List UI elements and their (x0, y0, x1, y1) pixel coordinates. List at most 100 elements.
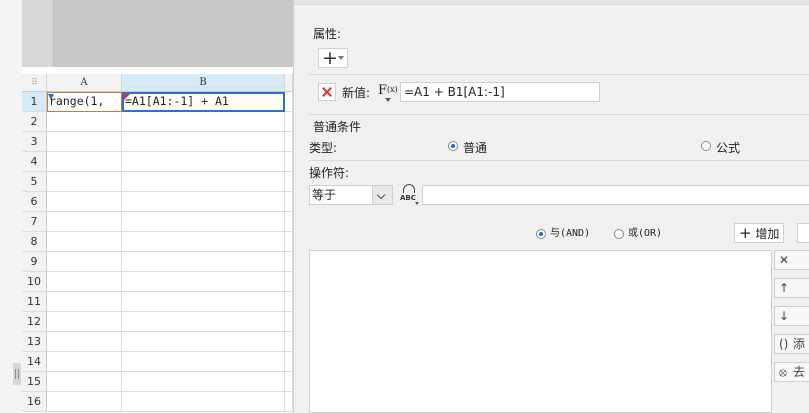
cell-b[interactable] (122, 192, 285, 212)
cell-b[interactable] (122, 292, 285, 312)
remove-bracket-label: 去 (793, 365, 806, 379)
cell-b[interactable] (122, 172, 285, 192)
cell-a[interactable] (47, 192, 122, 212)
cell-b[interactable] (122, 332, 285, 352)
row-header[interactable]: 9 (22, 252, 47, 272)
arrow-down-icon: ↓ (779, 309, 790, 323)
cell-a[interactable] (47, 332, 122, 352)
type-label: 类型: (309, 141, 338, 155)
cell-a[interactable] (47, 352, 122, 372)
cell-b1[interactable]: =A1[A1:-1] + A1 (122, 92, 285, 112)
row-header[interactable]: 16 (22, 392, 47, 412)
move-down-button[interactable]: ↓ (774, 306, 809, 326)
cell-b[interactable] (122, 252, 285, 272)
cell-c[interactable] (285, 312, 293, 332)
cell-c[interactable] (285, 112, 293, 132)
cell-b[interactable] (122, 212, 285, 232)
logic-or-label[interactable]: 或(OR) (628, 227, 662, 241)
cell-a[interactable] (47, 272, 122, 292)
logic-and-label[interactable]: 与(AND) (550, 227, 590, 241)
row-header[interactable]: 8 (22, 232, 47, 252)
cell-c[interactable] (285, 372, 293, 392)
row-header[interactable]: 13 (22, 332, 47, 352)
cell-b[interactable] (122, 112, 285, 132)
splitter-handle[interactable] (13, 363, 21, 385)
cell-b[interactable] (122, 372, 285, 392)
delete-property-button[interactable] (318, 83, 336, 101)
add-bracket-button[interactable]: () 添 (774, 334, 809, 354)
row-header[interactable]: 2 (22, 112, 47, 132)
cell-a[interactable] (47, 112, 122, 132)
remove-bracket-button[interactable]: ⦻ 去 (774, 362, 809, 382)
cell-c[interactable] (285, 172, 293, 192)
operator-value-input[interactable] (422, 185, 809, 205)
cell-c[interactable] (285, 132, 293, 152)
cell-b[interactable] (122, 232, 285, 252)
formula-icon[interactable]: F (x) (377, 82, 398, 102)
cell-b[interactable] (122, 312, 285, 332)
cell-c[interactable] (285, 332, 293, 352)
cell-c[interactable] (285, 352, 293, 372)
more-button[interactable] (797, 223, 809, 243)
cell-b[interactable] (122, 352, 285, 372)
sheet-side-strip (22, 0, 54, 67)
cell-a[interactable] (47, 372, 122, 392)
add-property-dropdown[interactable]: + (318, 47, 348, 69)
cell-c[interactable] (285, 292, 293, 312)
cell-c[interactable] (285, 232, 293, 252)
type-normal-radio[interactable] (448, 141, 458, 151)
type-formula-label[interactable]: 公式 (716, 139, 740, 156)
column-header-b[interactable]: B (122, 74, 285, 92)
row-header[interactable]: 6 (22, 192, 47, 212)
cell-b[interactable] (122, 152, 285, 172)
cell-c[interactable] (285, 212, 293, 232)
add-condition-label: 增加 (755, 227, 780, 241)
row-header[interactable]: 3 (22, 132, 47, 152)
move-up-button[interactable]: ↑ (774, 278, 809, 298)
row-header[interactable]: 4 (22, 152, 47, 172)
row-header[interactable]: 5 (22, 172, 47, 192)
logic-or-radio[interactable] (614, 229, 624, 239)
logic-and-radio[interactable] (536, 229, 546, 239)
sheet-row: 6 (22, 192, 293, 212)
row-header[interactable]: 14 (22, 352, 47, 372)
delete-condition-button[interactable]: ✕ (774, 250, 809, 270)
column-header-a[interactable]: A (47, 74, 122, 92)
row-header[interactable]: 11 (22, 292, 47, 312)
cell-a[interactable] (47, 292, 122, 312)
add-condition-button[interactable]: + 增加 (734, 223, 784, 243)
select-all-corner[interactable]: ⠿ (22, 74, 47, 92)
value-type-icon[interactable]: ABC (399, 184, 419, 206)
cell-a[interactable] (47, 132, 122, 152)
cell-b[interactable] (122, 392, 285, 412)
cell-c[interactable] (285, 252, 293, 272)
condition-list[interactable] (309, 250, 772, 413)
type-normal-label[interactable]: 普通 (463, 139, 487, 156)
cell-c[interactable] (285, 272, 293, 292)
cell-a[interactable] (47, 232, 122, 252)
cell-a[interactable] (47, 252, 122, 272)
cell-c1[interactable] (285, 92, 293, 112)
cell-c[interactable] (285, 152, 293, 172)
cell-b[interactable] (122, 132, 285, 152)
row-header[interactable]: 10 (22, 272, 47, 292)
new-value-formula-input[interactable]: =A1 + B1[A1:-1] (400, 82, 600, 102)
cell-a[interactable] (47, 152, 122, 172)
cell-c[interactable] (285, 392, 293, 412)
row-header[interactable]: 1 (22, 92, 47, 112)
operator-select[interactable]: 等于 (309, 185, 393, 205)
column-header-c[interactable] (285, 74, 293, 92)
row-header[interactable]: 7 (22, 212, 47, 232)
cell-a[interactable] (47, 172, 122, 192)
cell-a[interactable] (47, 212, 122, 232)
cell-b[interactable] (122, 272, 285, 292)
cell-a[interactable] (47, 312, 122, 332)
cell-a1[interactable]: range(1, (47, 92, 122, 112)
row-header[interactable]: 15 (22, 372, 47, 392)
cell-c[interactable] (285, 192, 293, 212)
divider (309, 74, 809, 75)
cell-a[interactable] (47, 392, 122, 412)
chevron-down-icon[interactable] (372, 186, 392, 204)
row-header[interactable]: 12 (22, 312, 47, 332)
type-formula-radio[interactable] (701, 141, 711, 151)
